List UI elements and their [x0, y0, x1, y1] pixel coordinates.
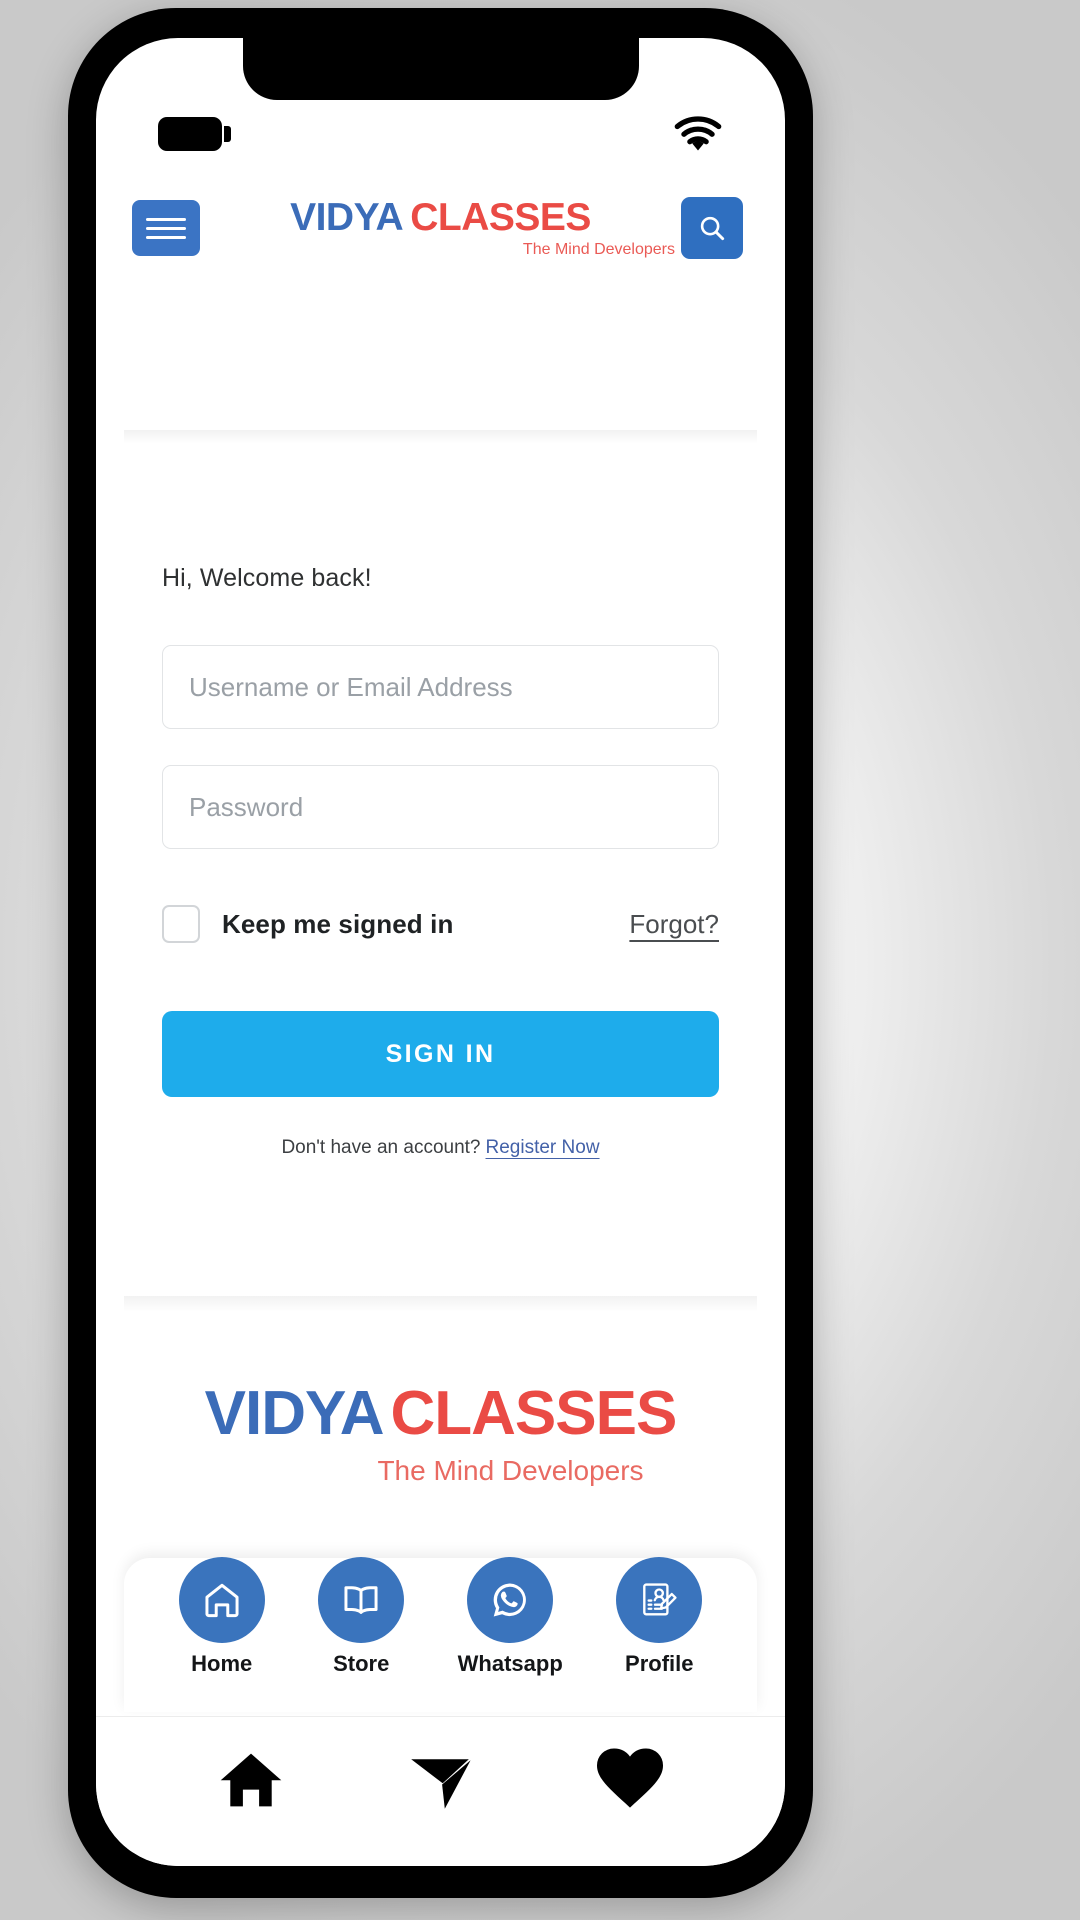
footer-logo-secondary-text: CLASSES — [390, 1379, 677, 1448]
system-send-button[interactable] — [404, 1744, 476, 1816]
header-divider — [124, 430, 757, 444]
nav-profile-label: Profile — [625, 1651, 694, 1676]
send-paper-plane-icon — [411, 1758, 472, 1809]
hamburger-menu-button[interactable] — [132, 200, 200, 256]
username-input[interactable] — [162, 645, 719, 729]
search-icon — [700, 216, 725, 241]
footer-logo-primary-text: VIDYA — [204, 1379, 385, 1448]
nav-store-circle — [318, 1557, 405, 1643]
footer-logo-tagline: The Mind Developers — [377, 1455, 644, 1486]
keep-signed-in-checkbox[interactable] — [162, 905, 200, 943]
header-logo-text: VIDYA CLASSES — [290, 198, 591, 237]
heart-filled-icon — [597, 1747, 664, 1808]
nav-home-circle — [178, 1557, 265, 1643]
welcome-message: Hi, Welcome back! — [162, 564, 372, 592]
status-bar — [96, 100, 785, 168]
profile-document-pencil-icon — [643, 1583, 677, 1616]
footer-divider — [124, 1296, 757, 1312]
register-row: Don't have an account? Register Now — [162, 1137, 719, 1159]
header-logo: VIDYA CLASSES The Mind Developers — [200, 198, 681, 258]
nav-item-home[interactable]: Home — [178, 1557, 265, 1677]
system-home-button[interactable] — [215, 1744, 287, 1816]
footer-logo-text: VIDYA CLASSES — [205, 1383, 678, 1445]
battery-icon — [158, 117, 231, 151]
register-now-link[interactable]: Register Now — [486, 1137, 600, 1158]
phone-screen: VIDYA CLASSES The Mind Developers Hi, Wel… — [96, 38, 785, 1866]
sign-in-button[interactable]: SIGN IN — [162, 1011, 719, 1097]
register-prompt-text: Don't have an account? — [281, 1137, 481, 1158]
home-filled-icon — [220, 1753, 282, 1806]
system-favorites-button[interactable] — [594, 1744, 666, 1816]
nav-home-label: Home — [191, 1651, 253, 1676]
forgot-password-link[interactable]: Forgot? — [629, 909, 719, 940]
phone-frame: VIDYA CLASSES The Mind Developers Hi, Wel… — [68, 8, 813, 1898]
keep-signed-in-label: Keep me signed in — [222, 908, 454, 939]
password-input[interactable] — [162, 765, 719, 849]
search-button[interactable] — [681, 197, 743, 259]
nav-store-label: Store — [333, 1651, 390, 1676]
keep-signed-in-toggle[interactable]: Keep me signed in — [162, 905, 453, 943]
nav-whatsapp-label: Whatsapp — [457, 1651, 563, 1676]
nav-profile-circle — [616, 1557, 703, 1643]
system-navigation-bar — [96, 1716, 785, 1866]
footer-logo: VIDYA CLASSES The Mind Developers — [96, 1312, 785, 1558]
nav-item-store[interactable]: Store — [318, 1557, 405, 1677]
logo-tagline: The Mind Developers — [522, 241, 675, 258]
hamburger-menu-icon — [146, 212, 186, 245]
login-options-row: Keep me signed in Forgot? — [162, 905, 719, 943]
whatsapp-icon — [493, 1583, 527, 1617]
wifi-icon — [674, 116, 722, 151]
logo-primary-text: VIDYA — [290, 196, 404, 239]
app-header: VIDYA CLASSES The Mind Developers — [96, 168, 785, 288]
bottom-navigation-bar: Home Store Whatsapp Profile — [124, 1557, 757, 1712]
login-form-section: Hi, Welcome back! Keep me signed in Forg… — [96, 444, 785, 1159]
nav-item-profile[interactable]: Profile — [616, 1557, 703, 1677]
nav-whatsapp-circle — [467, 1557, 554, 1643]
nav-item-whatsapp[interactable]: Whatsapp — [458, 1557, 563, 1677]
home-outline-icon — [205, 1583, 239, 1618]
open-book-icon — [344, 1586, 378, 1614]
logo-secondary-text: CLASSES — [410, 196, 591, 239]
phone-notch — [242, 38, 639, 100]
